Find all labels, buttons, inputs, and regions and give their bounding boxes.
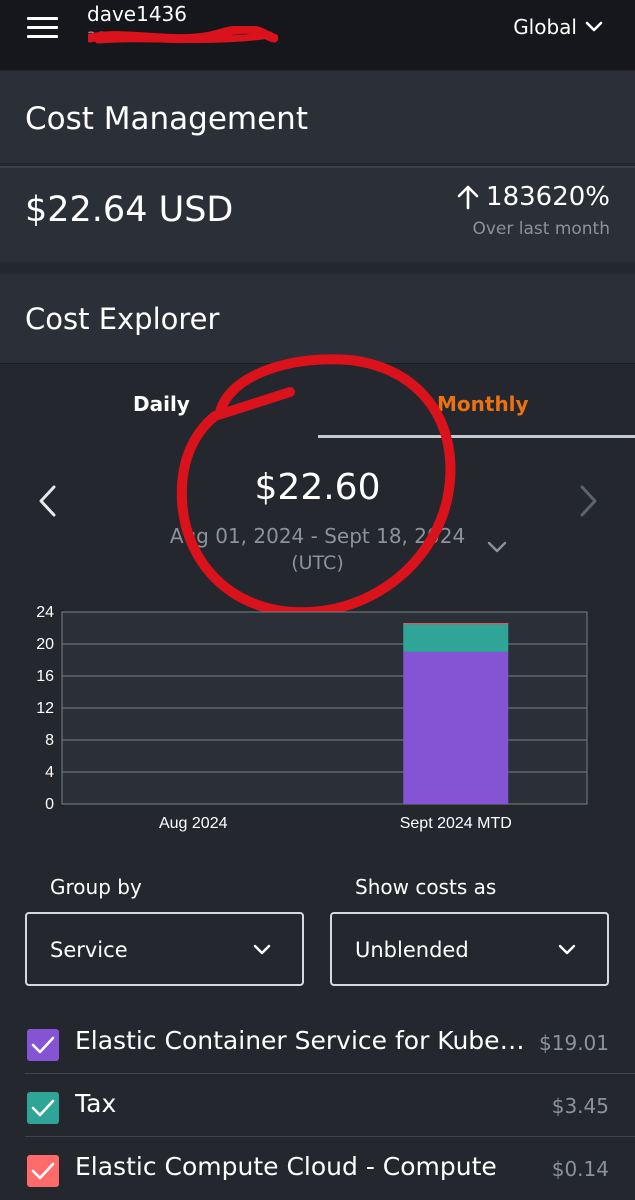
bar-segment <box>403 624 509 652</box>
account-name: dave1436 <box>87 2 187 26</box>
show-costs-value: Unblended <box>355 938 469 962</box>
tab-monthly[interactable]: Monthly <box>437 392 529 416</box>
date-range[interactable]: Aug 01, 2024 - Sept 18, 2024 <box>0 524 635 548</box>
x-tick-label: Aug 2024 <box>159 815 228 832</box>
bar-segment <box>403 651 509 804</box>
checkmark-icon <box>31 1099 55 1117</box>
y-tick-label: 24 <box>36 604 54 621</box>
list-item: Elastic Container Service for Kubernetes… <box>0 1012 635 1074</box>
chevron-down-icon[interactable] <box>486 539 508 555</box>
cost-chart: 0 4 8 12 16 20 24 Aug 2024 Sept 2024 MTD <box>36 604 588 832</box>
region-selector[interactable]: Global <box>513 15 603 39</box>
page-title: Cost Management <box>25 101 308 137</box>
cost-summary: $22.64 USD 183620% Over last month <box>0 166 635 262</box>
checkmark-icon <box>31 1162 55 1180</box>
service-checkbox[interactable] <box>27 1092 59 1124</box>
divider <box>25 1136 635 1137</box>
service-name: Elastic Container Service for Kubernetes <box>75 1026 530 1055</box>
chevron-down-icon <box>253 944 271 955</box>
page-header: Cost Management <box>0 71 635 163</box>
tab-daily[interactable]: Daily <box>133 392 190 416</box>
chevron-right-icon <box>580 485 597 517</box>
checkmark-icon <box>31 1036 55 1054</box>
group-by-label: Group by <box>50 875 142 899</box>
y-tick-label: 4 <box>45 764 54 781</box>
x-tick-label: Sept 2024 MTD <box>400 815 512 832</box>
list-item: Elastic Compute Cloud - Compute $0.14 <box>0 1138 635 1200</box>
service-name: Elastic Compute Cloud - Compute <box>75 1152 497 1181</box>
show-costs-label: Show costs as <box>355 875 497 899</box>
show-costs-select[interactable]: Unblended <box>330 912 609 986</box>
cost-change-value: 183620% <box>486 182 610 212</box>
cost-explorer-header: Cost Explorer <box>0 274 635 364</box>
service-checkbox[interactable] <box>27 1029 59 1061</box>
total-cost: $22.64 USD <box>25 190 234 230</box>
granularity-tabs: Daily Monthly <box>0 365 635 440</box>
arrow-up-icon <box>457 185 479 210</box>
service-cost: $0.14 <box>551 1157 609 1181</box>
group-by-value: Service <box>50 938 128 962</box>
y-tick-label: 8 <box>45 732 54 749</box>
y-tick-label: 16 <box>36 668 54 685</box>
timezone-label: (UTC) <box>291 552 344 574</box>
service-cost: $19.01 <box>539 1031 609 1055</box>
list-item: Tax $3.45 <box>0 1075 635 1137</box>
divider <box>25 1073 635 1074</box>
active-tab-indicator <box>318 435 635 438</box>
y-tick-label: 0 <box>45 796 54 813</box>
service-name: Tax <box>75 1089 117 1118</box>
top-bar: dave1436 3314 Global <box>0 0 635 70</box>
cost-change-caption: Over last month <box>472 219 610 239</box>
period-amount: $22.60 <box>254 467 381 508</box>
service-checkbox[interactable] <box>27 1155 59 1187</box>
chevron-down-icon <box>585 21 603 32</box>
cost-change: 183620% <box>456 182 610 212</box>
service-cost: $3.45 <box>551 1094 609 1118</box>
chevron-down-icon <box>558 944 576 955</box>
menu-icon[interactable] <box>27 17 59 39</box>
group-by-select[interactable]: Service <box>25 912 304 986</box>
y-tick-label: 12 <box>36 700 54 717</box>
cost-explorer-title: Cost Explorer <box>25 302 220 336</box>
y-tick-label: 20 <box>36 636 54 653</box>
region-label: Global <box>513 15 577 39</box>
bar-segment <box>403 623 509 625</box>
redaction-scribble <box>88 26 278 44</box>
